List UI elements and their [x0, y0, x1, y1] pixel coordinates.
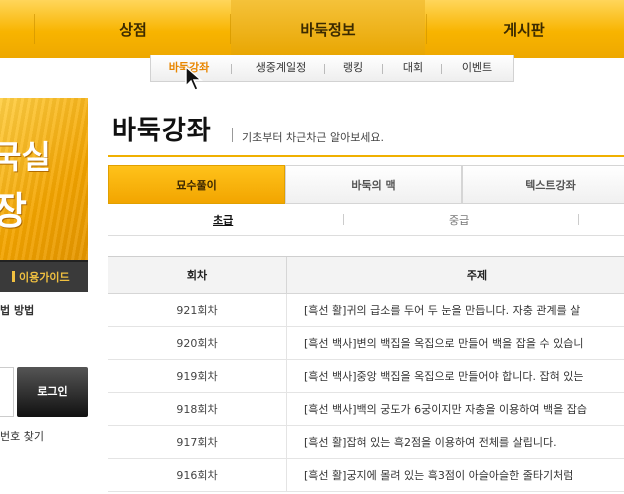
left-link[interactable]: 법 방법 — [0, 302, 34, 318]
episode-cell: 920회차 — [176, 337, 218, 350]
user-guide-button[interactable]: 이용가이드 — [0, 260, 88, 292]
episode-cell: 917회차 — [176, 436, 218, 449]
banner-text: 국실 — [0, 138, 51, 176]
find-password-link[interactable]: 번호 찾기 — [0, 428, 44, 444]
sub-nav-divider — [324, 64, 325, 74]
level-divider — [343, 214, 344, 225]
level-beginner[interactable]: 초급 — [213, 212, 233, 228]
topic-link[interactable]: [흑선 활]귀의 급소를 두어 두 눈을 만듭니다. 자충 관계를 살 — [304, 294, 580, 327]
title-divider — [232, 128, 233, 142]
topic-link[interactable]: [흑선 백사]백의 궁도가 6궁이지만 자충을 이용하여 백을 잡습 — [304, 393, 587, 426]
topic-link[interactable]: [흑선 백사]변의 백집을 옥집으로 만들어 백을 잡을 수 있습니 — [304, 327, 583, 360]
column-header-topic: 주제 — [466, 269, 488, 282]
sub-nav-item-live-schedule[interactable]: 생중계일정 — [239, 55, 323, 81]
episode-cell: 916회차 — [176, 469, 218, 482]
table-row[interactable]: 917회차 [흑선 활]잡혀 있는 흑2점을 이용하여 전체를 살립니다. — [108, 426, 624, 459]
banner-texture — [0, 98, 88, 260]
page-subtitle: 기초부터 차근차근 알아보세요. — [242, 131, 385, 144]
episode-cell: 918회차 — [176, 403, 218, 416]
topic-link[interactable]: [흑선 활]잡혀 있는 흑2점을 이용하여 전체를 살립니다. — [304, 426, 557, 459]
table-row[interactable]: 921회차 [흑선 활]귀의 급소를 두어 두 눈을 만듭니다. 자충 관계를 … — [108, 294, 624, 327]
sub-nav-item-tournament[interactable]: 대회 — [387, 55, 439, 81]
tab-tsumego[interactable]: 묘수풀이 — [108, 165, 285, 204]
tab-text-lecture[interactable]: 텍스트강좌 — [462, 165, 624, 204]
table-row[interactable]: 919회차 [흑선 백사]중앙 백집을 옥집으로 만들어야 합니다. 잡혀 있는 — [108, 360, 624, 393]
nav-item-board[interactable]: 게시판 — [427, 0, 621, 58]
promo-banner[interactable]: 국실 장 — [0, 98, 88, 260]
level-tabs: 초급 중급 — [108, 204, 624, 236]
login-button[interactable]: 로그인 — [17, 367, 88, 417]
login-input[interactable] — [0, 367, 14, 417]
table-row[interactable]: 916회차 [흑선 활]궁지에 몰려 있는 흑3점이 아슬아슬한 줄타기처럼 — [108, 459, 624, 492]
column-divider — [286, 459, 287, 492]
table-header: 회차 주제 — [108, 256, 624, 295]
topic-link[interactable]: [흑선 백사]중앙 백집을 옥집으로 만들어야 합니다. 잡혀 있는 — [304, 360, 583, 393]
category-tabs: 묘수풀이 바둑의 맥 텍스트강좌 — [108, 165, 624, 204]
column-divider — [286, 393, 287, 426]
bullet-icon — [12, 271, 15, 282]
nav-divider — [34, 14, 35, 44]
table-row[interactable]: 920회차 [흑선 백사]변의 백집을 옥집으로 만들어 백을 잡을 수 있습니 — [108, 327, 624, 360]
column-divider — [286, 327, 287, 360]
episode-cell: 919회차 — [176, 370, 218, 383]
user-guide-label: 이용가이드 — [19, 271, 70, 284]
banner-text: 장 — [0, 188, 27, 233]
level-divider — [578, 214, 579, 225]
level-intermediate[interactable]: 중급 — [449, 212, 469, 228]
sub-nav-divider — [231, 64, 232, 74]
page-title: 바둑강좌 — [112, 116, 212, 146]
sub-nav-divider — [441, 64, 442, 74]
mouse-cursor-icon — [185, 66, 203, 91]
nav-item-baduk-info[interactable]: 바둑정보 — [231, 0, 425, 58]
table-row[interactable]: 918회차 [흑선 백사]백의 궁도가 6궁이지만 자충을 이용하여 백을 잡습 — [108, 393, 624, 426]
title-underline — [108, 155, 624, 157]
column-divider — [286, 426, 287, 459]
column-header-episode: 회차 — [186, 269, 208, 282]
sub-nav-item-event[interactable]: 이벤트 — [445, 55, 509, 81]
topic-link[interactable]: [흑선 활]궁지에 몰려 있는 흑3점이 아슬아슬한 줄타기처럼 — [304, 459, 573, 492]
episode-cell: 921회차 — [176, 304, 218, 317]
sub-nav-divider — [382, 64, 383, 74]
lecture-table: 회차 주제 921회차 [흑선 활]귀의 급소를 두어 두 눈을 만듭니다. 자… — [108, 256, 624, 492]
sub-nav-item-ranking[interactable]: 랭킹 — [329, 55, 377, 81]
top-nav: 상점 바둑정보 게시판 — [0, 0, 624, 58]
column-divider — [286, 360, 287, 393]
tab-baduk-tesuji[interactable]: 바둑의 맥 — [285, 165, 462, 204]
column-divider — [286, 294, 287, 327]
nav-item-shop[interactable]: 상점 — [36, 0, 230, 58]
